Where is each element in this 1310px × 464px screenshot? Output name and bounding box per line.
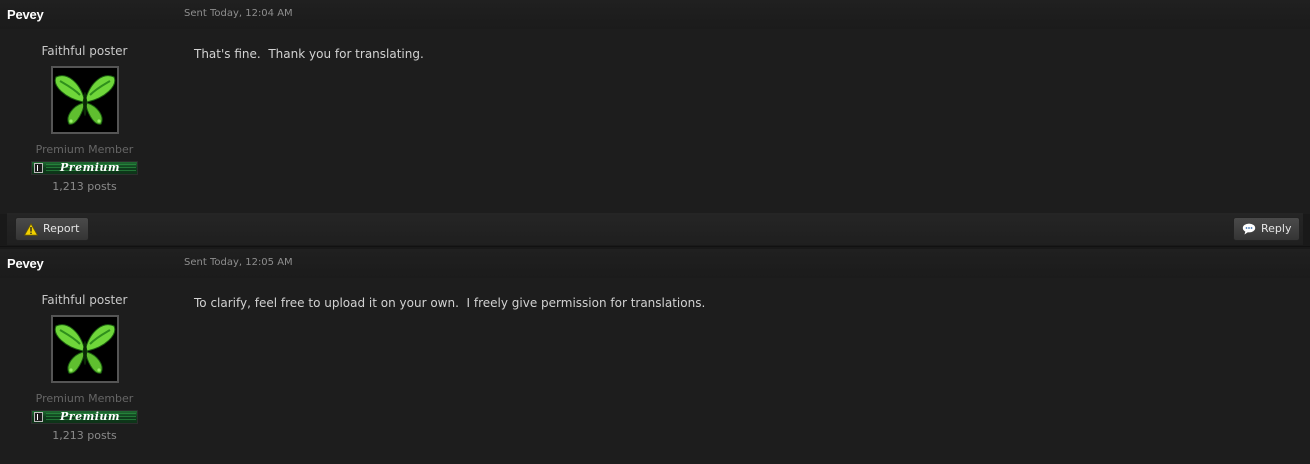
message-post: Pevey Sent Today, 12:05 AM Faithful post… — [0, 249, 1310, 464]
avatar[interactable] — [50, 315, 119, 383]
rank-pip-icon — [34, 163, 43, 173]
report-label: Report — [43, 222, 80, 235]
rank-badge: Premium — [31, 410, 138, 424]
author-info: Faithful poster Premium Member Premium 1… — [0, 292, 169, 442]
sent-timestamp: Sent Today, 12:04 AM — [184, 8, 293, 19]
post-header: Pevey Sent Today, 12:04 AM — [0, 0, 1310, 29]
reply-label: Reply — [1261, 222, 1292, 235]
author-name-link[interactable]: Pevey — [7, 256, 44, 271]
post-body: That's fine. Thank you for translating. — [194, 47, 424, 61]
post-action-bar: Report Reply — [7, 213, 1303, 245]
author-info: Faithful poster Premium Member Premium 1… — [0, 43, 169, 193]
member-title: Faithful poster — [41, 293, 128, 307]
rank-badge-text: Premium — [60, 161, 121, 174]
message-post: Pevey Sent Today, 12:04 AM Faithful post… — [0, 0, 1310, 214]
post-divider — [0, 246, 1310, 247]
rank-badge-text: Premium — [60, 410, 121, 423]
post-count: 1,213 posts — [52, 429, 117, 442]
warning-icon — [24, 223, 38, 236]
butterfly-icon — [54, 324, 115, 374]
post-header: Pevey Sent Today, 12:05 AM — [0, 249, 1310, 278]
post-count: 1,213 posts — [52, 180, 117, 193]
member-title: Faithful poster — [41, 44, 128, 58]
sent-timestamp: Sent Today, 12:05 AM — [184, 257, 293, 268]
avatar[interactable] — [50, 66, 119, 134]
post-body: To clarify, feel free to upload it on yo… — [194, 296, 706, 310]
rank-pip-icon — [34, 412, 43, 422]
message-thread: Pevey Sent Today, 12:04 AM Faithful post… — [0, 0, 1310, 464]
butterfly-icon — [54, 75, 115, 125]
speech-bubble-icon — [1242, 223, 1256, 235]
reply-button[interactable]: Reply — [1233, 217, 1300, 241]
member-group: Premium Member — [35, 143, 134, 156]
report-button[interactable]: Report — [15, 217, 89, 241]
author-name-link[interactable]: Pevey — [7, 7, 44, 22]
member-group: Premium Member — [35, 392, 134, 405]
rank-badge: Premium — [31, 161, 138, 175]
